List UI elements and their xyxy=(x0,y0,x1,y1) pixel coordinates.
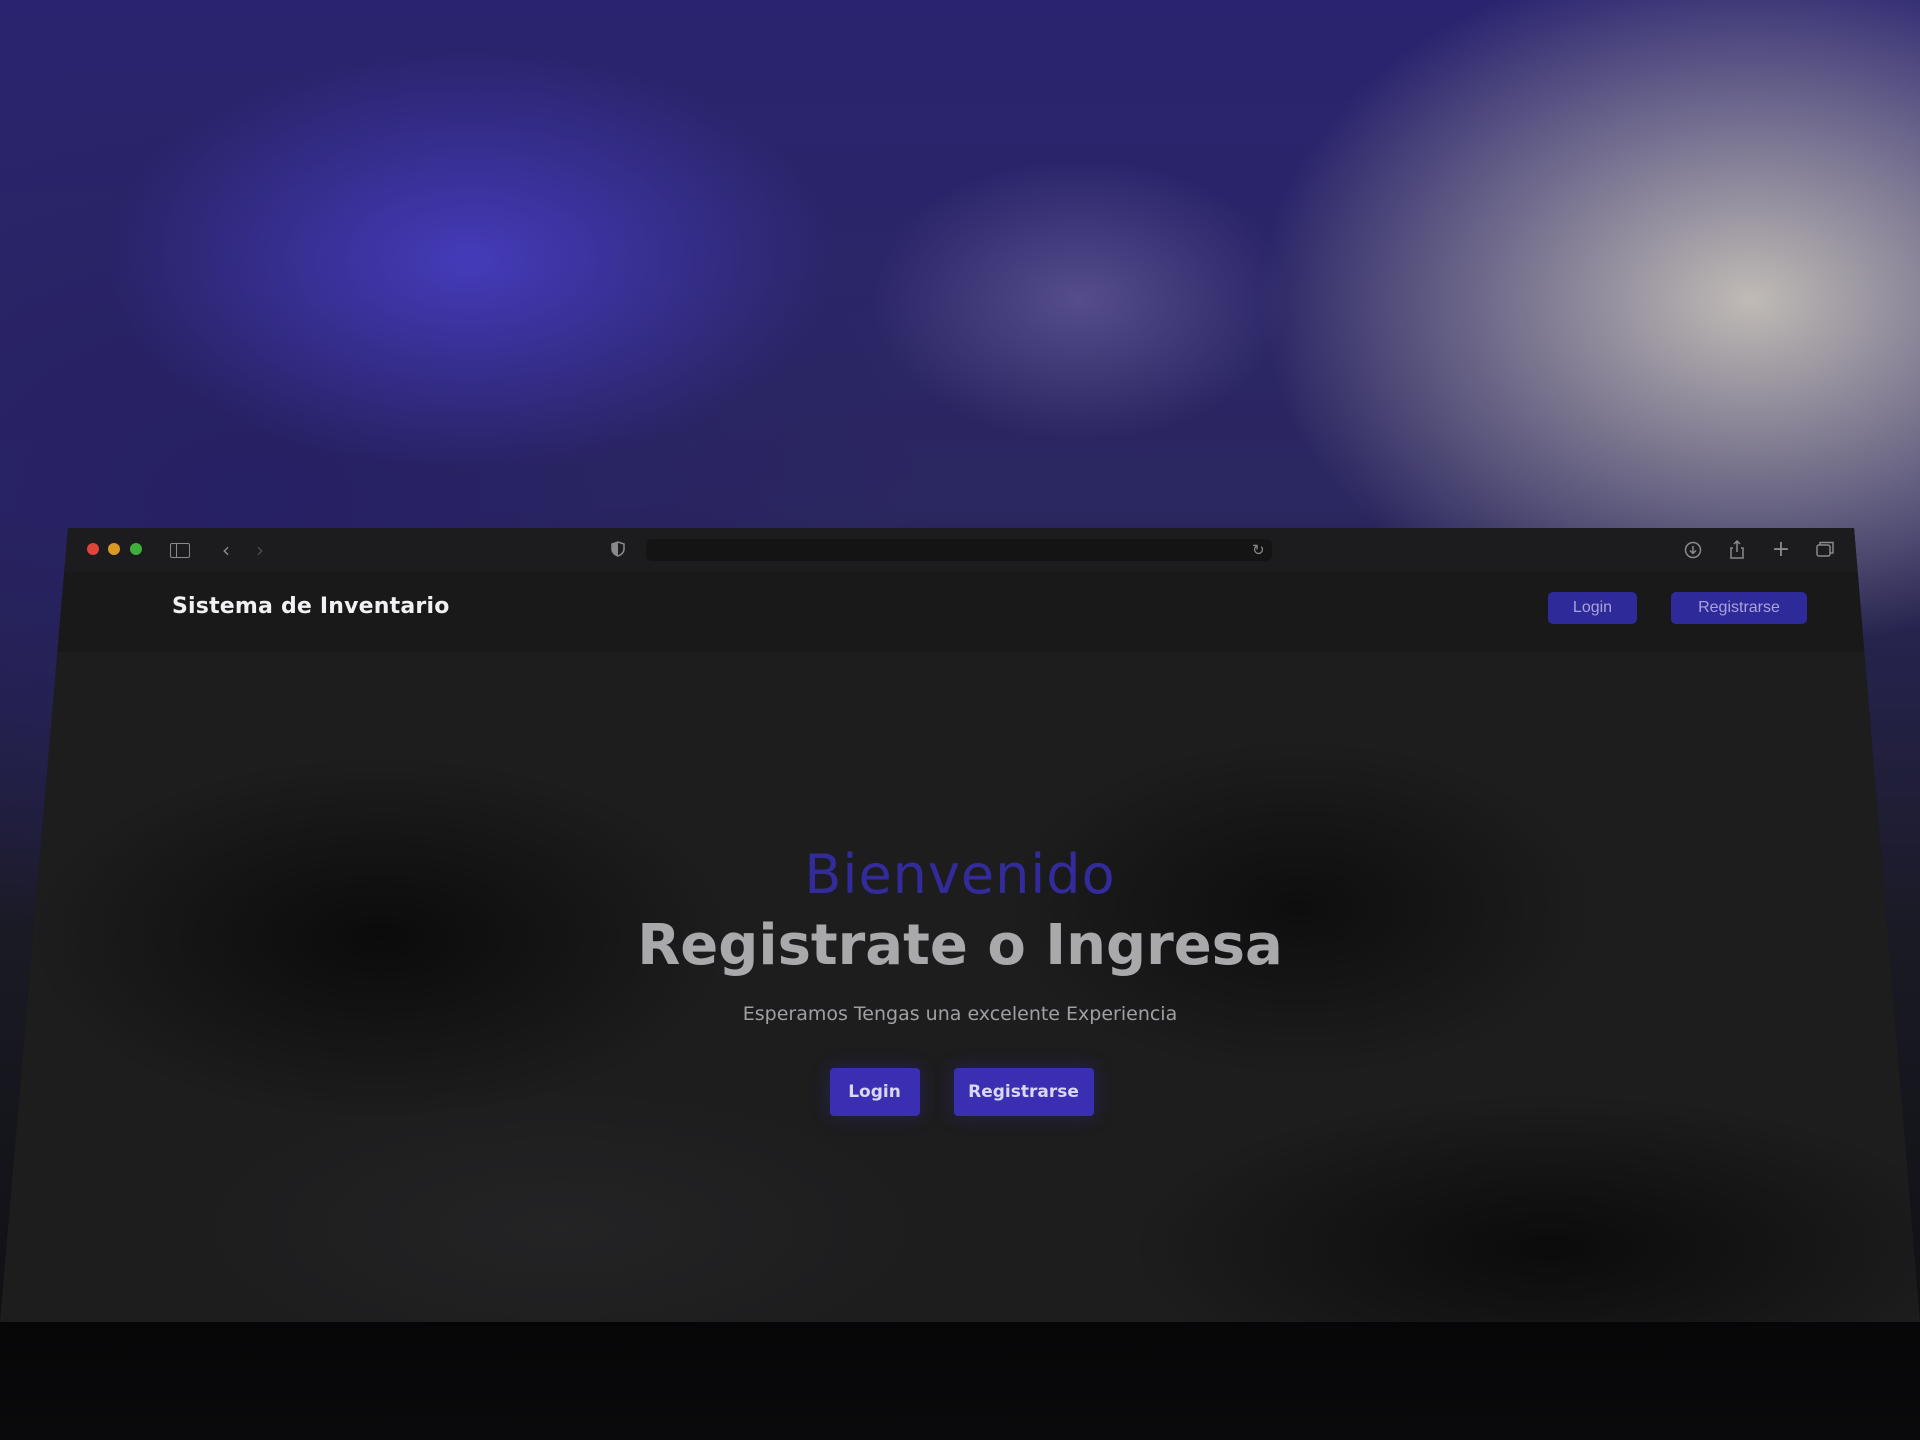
hero-login-button[interactable]: Login xyxy=(829,1068,920,1116)
hero-welcome: Bienvenido xyxy=(804,843,1116,906)
plus-icon[interactable]: + xyxy=(1770,537,1792,563)
download-icon[interactable] xyxy=(1682,537,1704,563)
hero-register-button[interactable]: Registrarse xyxy=(953,1068,1094,1116)
tabs-overview-icon[interactable] xyxy=(1814,537,1836,563)
minimize-window-button[interactable] xyxy=(108,543,120,555)
hero-title: Registrate o Ingresa xyxy=(637,913,1283,978)
close-window-button[interactable] xyxy=(87,543,99,555)
header-register-button[interactable]: Registrarse xyxy=(1671,592,1807,624)
chevron-right-icon[interactable]: › xyxy=(250,537,270,563)
site-header: Sistema de Inventario Login Registrarse xyxy=(0,572,1920,652)
floor-shadow xyxy=(0,1320,1920,1440)
hero-section: Bienvenido Registrate o Ingresa Esperamo… xyxy=(0,842,1920,1116)
browser-toolbar: ‹ › ↻ + xyxy=(0,528,1920,572)
reload-icon[interactable]: ↻ xyxy=(1252,537,1265,563)
hero-actions: Login Registrarse xyxy=(0,1068,1920,1116)
shield-icon[interactable] xyxy=(611,541,625,557)
address-bar[interactable] xyxy=(646,539,1272,561)
site-brand[interactable]: Sistema de Inventario xyxy=(172,594,450,619)
sidebar-icon[interactable] xyxy=(168,537,192,563)
header-login-button[interactable]: Login xyxy=(1548,592,1637,624)
hero-subtitle: Esperamos Tengas una excelente Experienc… xyxy=(742,1003,1178,1025)
browser-window: ‹ › ↻ + Sistema de Inventario Login Regi… xyxy=(0,528,1920,1322)
chevron-left-icon[interactable]: ‹ xyxy=(216,537,236,563)
share-icon[interactable] xyxy=(1726,537,1748,563)
zoom-window-button[interactable] xyxy=(130,543,142,555)
